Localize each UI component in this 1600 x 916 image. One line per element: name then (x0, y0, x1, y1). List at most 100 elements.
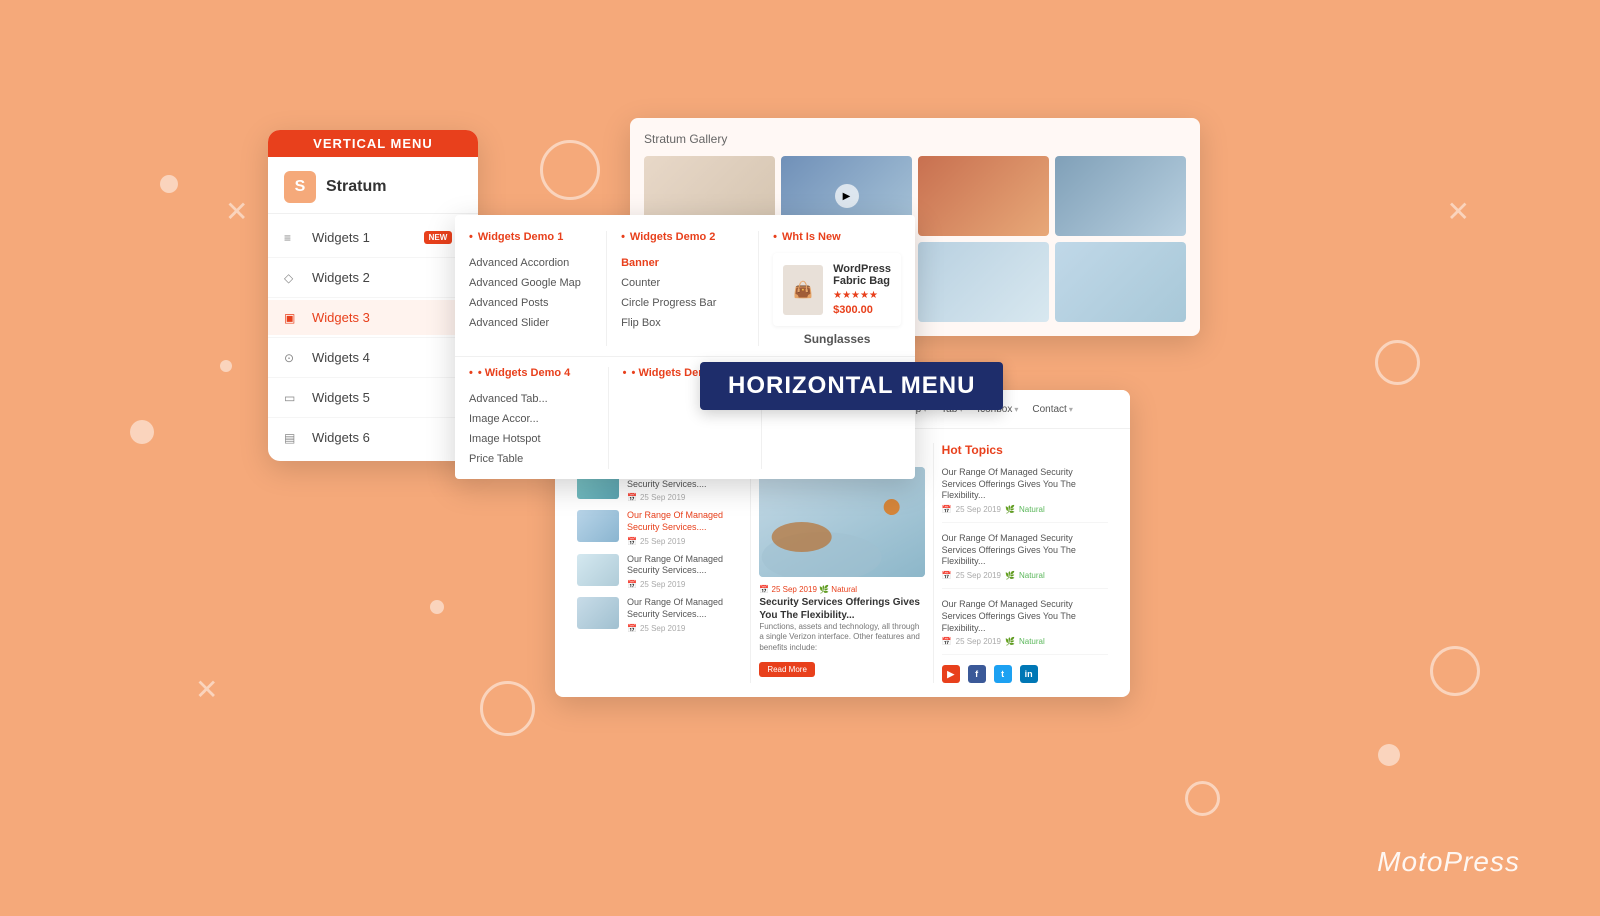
bg-circle-5 (1430, 646, 1480, 696)
dropdown-item-flipbox[interactable]: Flip Box (621, 313, 744, 333)
dropdown-col-1-title: Widgets Demo 1 (469, 231, 592, 243)
menu-item-6[interactable]: ▤ Widgets 6 › (268, 420, 478, 455)
play-btn: ▶ (835, 184, 859, 208)
menu-items-list: ≡ Widgets 1 NEW › ◇ Widgets 2 › ▣ Widget… (268, 214, 478, 461)
dropdown-item-counter[interactable]: Counter (621, 273, 744, 293)
dropdown-item-banner[interactable]: Banner (621, 253, 744, 273)
menu-item-1[interactable]: ≡ Widgets 1 NEW › (268, 220, 478, 255)
bg-dot-1 (160, 175, 178, 193)
motopress-watermark: MotoPress (1377, 846, 1520, 878)
gallery-item-8[interactable] (1055, 242, 1186, 322)
menu-divider-3 (268, 337, 478, 338)
dropdown-col-3-title: Wht Is New (773, 231, 901, 243)
popular-date-4: 📅 25 Sep 2019 (627, 624, 742, 633)
vertical-menu-label: VERTICAL MENU (268, 130, 478, 157)
facebook-icon[interactable]: f (968, 665, 986, 683)
hot-post-2[interactable]: Our Range Of Managed Security Services O… (942, 533, 1108, 589)
bg-dot-5 (1378, 744, 1400, 766)
bg-circle-1 (540, 140, 600, 200)
menu-item-4[interactable]: ⊙ Widgets 4 › (268, 340, 478, 375)
dropdown-col-1: Widgets Demo 1 Advanced Accordion Advanc… (455, 231, 607, 346)
dropdown-item-adv-posts[interactable]: Advanced Posts (469, 293, 592, 313)
bg-circle-2 (1375, 340, 1420, 385)
horizontal-menu-label: HORIZONTAL MENU (700, 362, 1003, 410)
youtube-icon[interactable]: ▶ (942, 665, 960, 683)
product-card: 👜 WordPress Fabric Bag ★★★★★ $300.00 (773, 253, 901, 326)
bg-dot-2 (220, 360, 232, 372)
popular-date-2: 📅 25 Sep 2019 (627, 537, 742, 546)
dropdown-col-4-title: • Widgets Demo 4 (469, 367, 594, 379)
menu-icon-4: ⊙ (284, 351, 302, 365)
menu-item-5[interactable]: ▭ Widgets 5 › (268, 380, 478, 415)
menu-item-2[interactable]: ◇ Widgets 2 › (268, 260, 478, 295)
dropdown-item-circle[interactable]: Circle Progress Bar (621, 293, 744, 313)
hot-post-3[interactable]: Our Range Of Managed Security Services O… (942, 599, 1108, 655)
menu-icon-5: ▭ (284, 391, 302, 405)
gallery-title: Stratum Gallery (644, 132, 1186, 146)
gallery-item-4[interactable] (1055, 156, 1186, 236)
dropdown-item-img-hotspot[interactable]: Image Hotspot (469, 429, 594, 449)
menu-icon-2: ◇ (284, 271, 302, 285)
popular-post-4[interactable]: Our Range Of Managed Security Services..… (577, 597, 742, 632)
hot-meta-2: 📅 25 Sep 2019 🌿 Natural (942, 571, 1108, 580)
bg-circle-4 (1185, 781, 1220, 816)
product-name: WordPress Fabric Bag (833, 263, 891, 287)
menu-divider-4 (268, 377, 478, 378)
dropdown-item-adv-map[interactable]: Advanced Google Map (469, 273, 592, 293)
bg-x-3: ✕ (195, 673, 218, 706)
menu-item-3[interactable]: ▣ Widgets 3 › (268, 300, 478, 335)
dropdown-item-price-table[interactable]: Price Table (469, 449, 594, 469)
dropdown-col-2: Widgets Demo 2 Banner Counter Circle Pro… (607, 231, 759, 346)
menu-icon-3: ▣ (284, 311, 302, 325)
product-stars: ★★★★★ (833, 290, 891, 301)
menu-divider-1 (268, 257, 478, 258)
bg-dot-3 (130, 420, 154, 444)
horiz-nav-contact[interactable]: Contact ▾ (1032, 404, 1072, 415)
vertical-menu-header: S Stratum (268, 157, 478, 214)
trending-desc: Functions, assets and technology, all th… (759, 622, 924, 653)
popular-post-2[interactable]: Our Range Of Managed Security Services..… (577, 510, 742, 545)
gallery-item-3[interactable] (918, 156, 1049, 236)
trending-date: 📅 25 Sep 2019 🌿 Natural (759, 585, 924, 594)
dropdown-item-img-accord[interactable]: Image Accor... (469, 409, 594, 429)
popular-news-col: Popular News Our Range Of Managed Securi… (569, 443, 751, 683)
twitter-icon[interactable]: t (994, 665, 1012, 683)
product-name2: Sunglasses (773, 332, 901, 346)
gallery-item-7[interactable] (918, 242, 1049, 322)
product-price: $300.00 (833, 304, 891, 316)
menu-label-3: Widgets 3 (312, 310, 458, 325)
popular-post-3[interactable]: Our Range Of Managed Security Services..… (577, 554, 742, 589)
vertical-menu-card: VERTICAL MENU S Stratum ≡ Widgets 1 NEW … (268, 130, 478, 461)
dropdown-item-adv-slider[interactable]: Advanced Slider (469, 313, 592, 333)
hot-meta-1: 📅 25 Sep 2019 🌿 Natural (942, 505, 1108, 514)
linkedin-icon[interactable]: in (1020, 665, 1038, 683)
popular-info-4: Our Range Of Managed Security Services..… (627, 597, 742, 632)
popular-text-2: Our Range Of Managed Security Services..… (627, 510, 742, 533)
popular-date-3: 📅 25 Sep 2019 (627, 580, 742, 589)
vertical-logo-icon: S (284, 171, 316, 203)
menu-divider-2 (268, 297, 478, 298)
read-more-button[interactable]: Read More (759, 662, 815, 677)
menu-icon-1: ≡ (284, 231, 302, 245)
hot-meta-3: 📅 25 Sep 2019 🌿 Natural (942, 637, 1108, 646)
hot-post-1[interactable]: Our Range Of Managed Security Services O… (942, 467, 1108, 523)
menu-label-4: Widgets 4 (312, 350, 458, 365)
bg-x-1: ✕ (225, 195, 248, 228)
menu-label-6: Widgets 6 (312, 430, 458, 445)
popular-info-3: Our Range Of Managed Security Services..… (627, 554, 742, 589)
popular-date-1: 📅 25 Sep 2019 (627, 493, 742, 502)
hot-topics-col: Hot Topics Our Range Of Managed Security… (934, 443, 1116, 683)
dropdown-item-adv-tab[interactable]: Advanced Tab... (469, 389, 594, 409)
dropdown-panel: Widgets Demo 1 Advanced Accordion Advanc… (455, 215, 915, 479)
menu-label-2: Widgets 2 (312, 270, 458, 285)
popular-thumb-4 (577, 597, 619, 629)
dropdown-col-2-title: Widgets Demo 2 (621, 231, 744, 243)
product-info: WordPress Fabric Bag ★★★★★ $300.00 (833, 263, 891, 316)
dropdown-item-adv-accordion[interactable]: Advanced Accordion (469, 253, 592, 273)
popular-text-3: Our Range Of Managed Security Services..… (627, 554, 742, 577)
menu-divider-5 (268, 417, 478, 418)
product-image: 👜 (783, 265, 823, 315)
social-icons: ▶ f t in (942, 665, 1108, 683)
menu-label-5: Widgets 5 (312, 390, 458, 405)
popular-thumb-2 (577, 510, 619, 542)
